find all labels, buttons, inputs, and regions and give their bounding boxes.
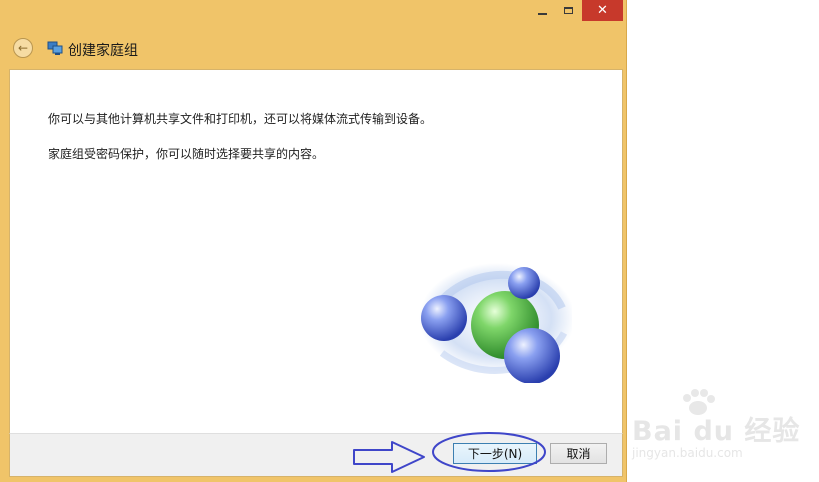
watermark-text: Bai du 经验 — [632, 416, 801, 447]
back-arrow-icon: ← — [17, 41, 29, 55]
homegroup-logo — [419, 263, 572, 383]
maximize-button[interactable] — [555, 0, 581, 21]
minimize-button[interactable] — [529, 0, 555, 21]
password-note-text: 家庭组受密码保护，你可以随时选择要共享的内容。 — [48, 147, 325, 161]
homegroup-window: ✕ ← 创建家庭组 你可以与其他计算机共享文件和打印机，还可以将媒体流式传输到设… — [0, 0, 627, 482]
window-title: 创建家庭组 — [68, 43, 138, 59]
minimize-icon — [537, 12, 547, 15]
next-button[interactable]: 下一步(N) — [453, 443, 537, 464]
cancel-button[interactable]: 取消 — [550, 443, 607, 464]
button-bar: 下一步(N) 取消 — [9, 433, 623, 477]
watermark-url: jingyan.baidu.com — [632, 446, 743, 460]
maximize-icon — [563, 7, 573, 14]
close-icon: ✕ — [597, 3, 608, 18]
homegroup-icon — [47, 41, 63, 55]
description-text: 你可以与其他计算机共享文件和打印机，还可以将媒体流式传输到设备。 — [48, 112, 433, 126]
close-button[interactable]: ✕ — [582, 0, 623, 21]
back-button[interactable]: ← — [13, 38, 33, 58]
content-panel: 你可以与其他计算机共享文件和打印机，还可以将媒体流式传输到设备。 家庭组受密码保… — [9, 69, 623, 433]
